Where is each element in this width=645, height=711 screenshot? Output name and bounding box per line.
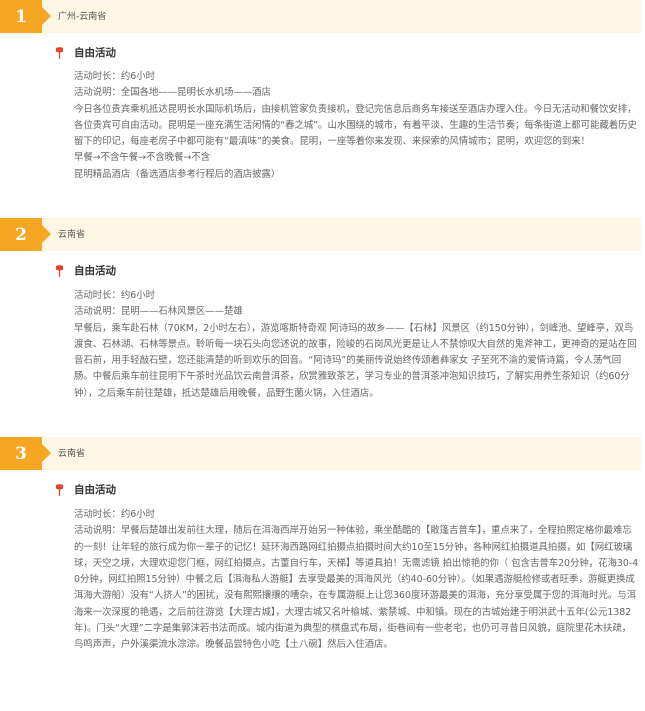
day-header: 1 广州-云南省 — [0, 0, 641, 33]
activity-header: 自由活动 — [0, 481, 645, 499]
day-place: 云南省 — [58, 230, 86, 240]
day-number-badge: 2 — [0, 218, 51, 251]
activity-title: 自由活动 — [74, 47, 116, 59]
activity-title: 自由活动 — [74, 265, 116, 277]
pin-icon — [55, 265, 64, 277]
day-number-badge: 3 — [0, 437, 51, 470]
activity-details: 活动时长：约6小时 活动说明：早餐后楚雄出发前往大理，随后在洱海西岸开始另一种体… — [74, 507, 639, 654]
activity-description: 今日各位贵宾乘机抵达昆明长水国际机场后，由接机管家负责接机，登记完信息后商务车接… — [74, 103, 637, 148]
activity-duration: 活动时长：约6小时 — [74, 71, 155, 82]
day-place: 广州-云南省 — [58, 12, 107, 22]
pin-icon — [55, 47, 64, 59]
day-1: 1 广州-云南省 自由活动 活动时长：约6小时 活动说明：全国各地——昆明长水机… — [0, 0, 645, 218]
activity-description: 活动说明：早餐后楚雄出发前往大理，随后在洱海西岸开始另一种体验，乘坐酷酷的【敞篷… — [74, 525, 639, 651]
activity-route: 活动说明：全国各地——昆明长水机场——酒店 — [74, 87, 271, 99]
pin-icon — [55, 484, 64, 496]
meals-info: 早餐→不含午餐→不含晚餐→不含 — [74, 152, 211, 164]
activity-duration: 活动时长：约6小时 — [74, 509, 155, 520]
activity-details: 活动时长：约6小时 活动说明：全国各地——昆明长水机场——酒店 今日各位贵宾乘机… — [74, 69, 639, 183]
activity-details: 活动时长：约6小时 活动说明：昆明——石林风景区——楚雄 早餐后，乘车赴石林（7… — [74, 288, 639, 402]
activity-route: 活动说明：昆明——石林风景区——楚雄 — [74, 306, 243, 318]
day-3: 3 云南省 自由活动 活动时长：约6小时 活动说明：早餐后楚雄出发前往大理，随后… — [0, 437, 645, 711]
activity-description: 早餐后，乘车赴石林（70KM，2小时左右），游览喀斯特奇观 阿诗玛的故乡——【石… — [74, 322, 637, 399]
activity-header: 自由活动 — [0, 44, 645, 62]
activity-title: 自由活动 — [74, 484, 116, 496]
day-number-badge: 1 — [0, 0, 51, 33]
activity-header: 自由活动 — [0, 262, 645, 280]
day-header: 3 云南省 — [0, 437, 641, 470]
itinerary: 1 广州-云南省 自由活动 活动时长：约6小时 活动说明：全国各地——昆明长水机… — [0, 0, 645, 711]
day-2: 2 云南省 自由活动 活动时长：约6小时 活动说明：昆明——石林风景区——楚雄 … — [0, 218, 645, 437]
day-header: 2 云南省 — [0, 218, 641, 251]
activity-duration: 活动时长：约6小时 — [74, 290, 155, 301]
hotel-info: 昆明精品酒店（备选酒店参考行程后的酒店披露） — [74, 168, 281, 180]
day-place: 云南省 — [58, 449, 86, 459]
